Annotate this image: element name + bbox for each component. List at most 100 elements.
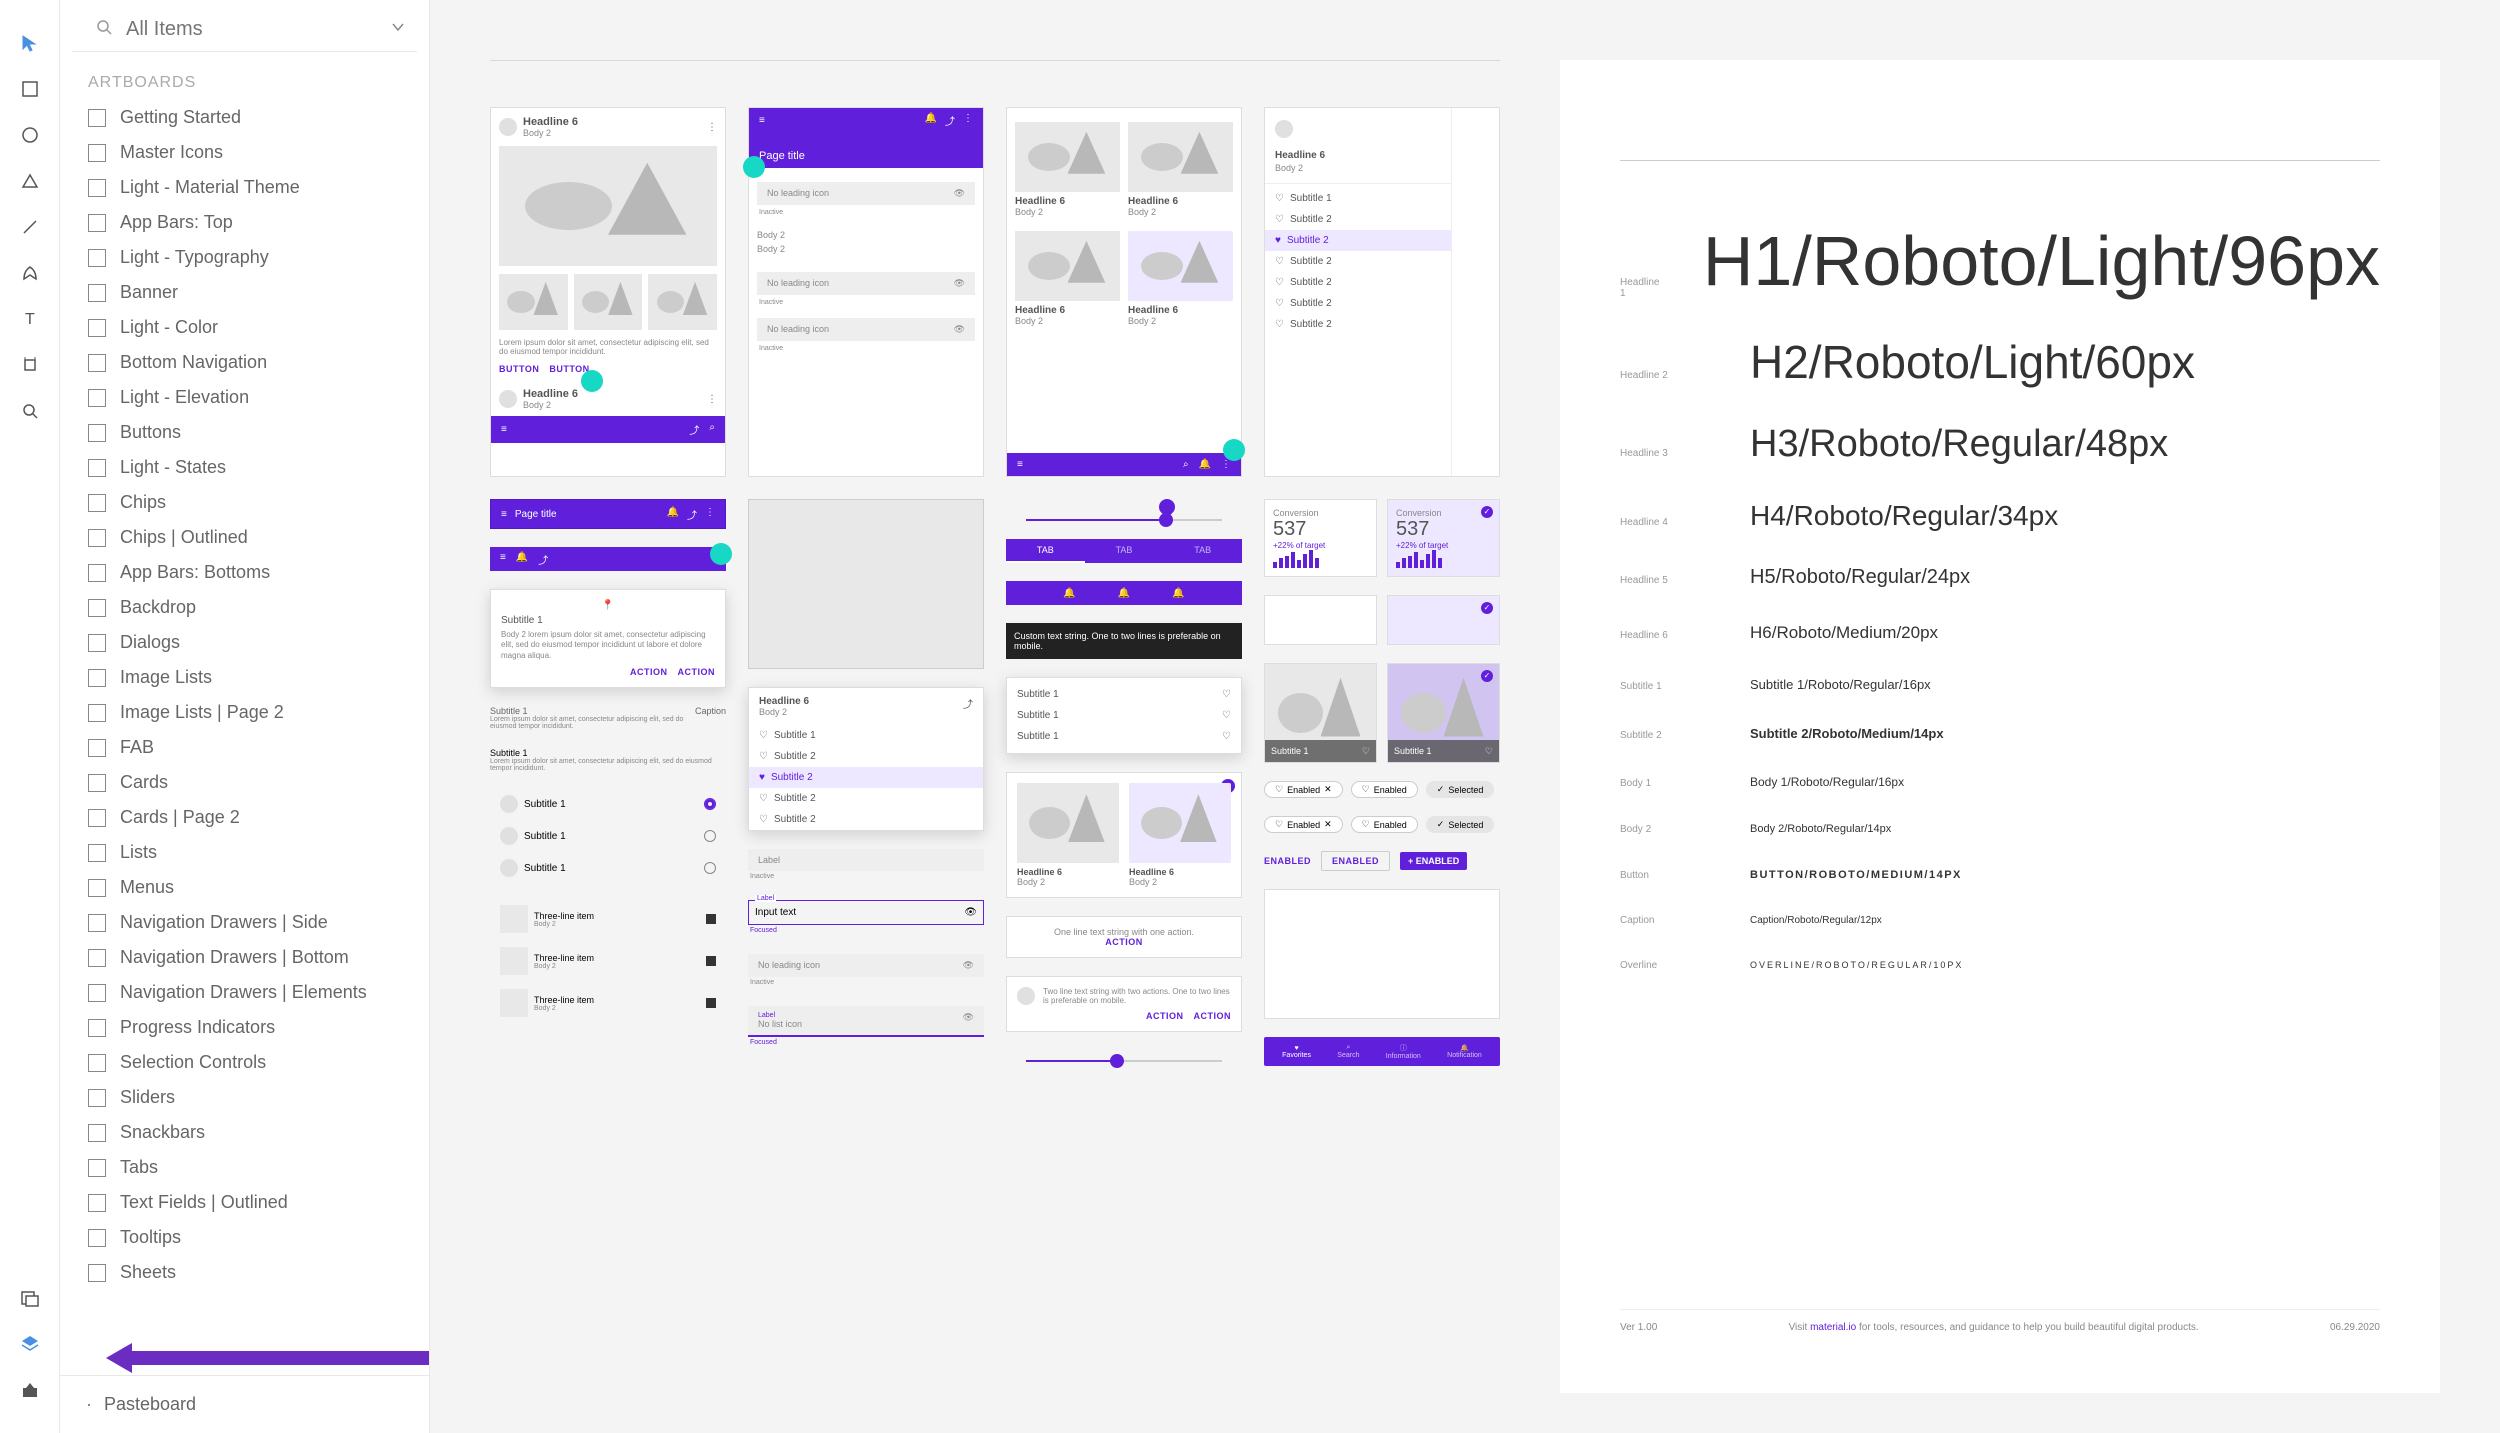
fab[interactable] (1223, 439, 1245, 461)
library-icon[interactable] (0, 1367, 60, 1413)
rectangle-tool[interactable] (0, 66, 60, 112)
sheet-item[interactable]: ♡Subtitle 2 (749, 746, 983, 767)
text-field[interactable]: No leading icon 👁 (757, 318, 975, 341)
artboard-tool[interactable] (0, 342, 60, 388)
button-text[interactable]: ENABLED (1264, 856, 1311, 866)
typography-specimen[interactable]: Headline 1H1/Roboto/Light/96px Headline … (1560, 60, 2440, 1393)
menu-item[interactable]: Subtitle 1♡ (1007, 705, 1241, 726)
banner-two-line[interactable]: Two line text string with two actions. O… (1006, 976, 1242, 1032)
artboard-nav-drawer[interactable]: Headline 6 Body 2 ♡Subtitle 1 ♡Subtitle … (1264, 107, 1500, 477)
fab[interactable] (581, 370, 603, 392)
more-icon[interactable]: ⋮ (707, 122, 717, 133)
card-pair[interactable]: ✓ Headline 6Body 2 Headline 6Body 2 (1006, 772, 1242, 898)
chip-selected[interactable]: ✓ Selected (1426, 816, 1495, 833)
canvas[interactable]: Headline 6 Body 2 ⋮ Lorem ipsum dolor si… (430, 0, 2500, 1433)
artboard-item[interactable]: Text Fields | Outlined (60, 1185, 429, 1220)
eye-icon[interactable]: 👁 (963, 960, 974, 971)
artboard-item[interactable]: Chips | Outlined (60, 520, 429, 555)
notification-icon[interactable]: 🔔 (1172, 588, 1184, 599)
bottom-nav-item[interactable]: ♥Favorites (1282, 1045, 1311, 1059)
list-item[interactable]: Three-line itemBody 2 (490, 900, 726, 938)
image-tile[interactable]: Subtitle 1♡ (1264, 663, 1377, 763)
notification-icon[interactable]: 🔔 (516, 552, 528, 567)
bottom-sheet[interactable]: Headline 6 Body 2 ⤴ ♡Subtitle 1 ♡Subtitl… (748, 687, 984, 831)
chip[interactable]: ♡ Enabled ✕ (1264, 816, 1343, 833)
drawer-item-selected[interactable]: ♥Subtitle 2 (1265, 230, 1451, 251)
button-text[interactable]: BUTTON (499, 364, 539, 374)
drawer-item[interactable]: ♡Subtitle 2 (1265, 209, 1451, 230)
textfield-outlined[interactable]: Label Input text 👁 (748, 900, 984, 925)
artboard-group-controls[interactable]: TAB TAB TAB 🔔🔔🔔 Custom text string. One … (1006, 499, 1242, 1072)
search-icon[interactable]: ⌕ (1183, 459, 1189, 470)
sheet-item-selected[interactable]: ♥Subtitle 2 (749, 767, 983, 788)
artboard-item[interactable]: Tooltips (60, 1220, 429, 1255)
artboard-item[interactable]: Navigation Drawers | Side (60, 905, 429, 940)
notification-icon[interactable]: 🔔 (667, 507, 679, 522)
button-contained[interactable]: + ENABLED (1400, 852, 1467, 870)
share-icon[interactable]: ⤴ (963, 696, 973, 717)
text-tool[interactable]: T (0, 296, 60, 342)
banner-one-line[interactable]: One line text string with one action. AC… (1006, 916, 1242, 958)
artboard-item[interactable]: Sheets (60, 1255, 429, 1290)
banner-action[interactable]: ACTION (1194, 1011, 1232, 1021)
artboard-item[interactable]: Light - Elevation (60, 380, 429, 415)
pen-tool[interactable] (0, 250, 60, 296)
chevron-down-icon[interactable] (391, 20, 405, 39)
dialog-action[interactable]: ACTION (678, 667, 716, 677)
dialog[interactable]: 📍 Subtitle 1 Body 2 lorem ipsum dolor si… (490, 589, 726, 688)
artboard-group-metrics[interactable]: Conversion 537 +22% of target ✓ Conversi… (1264, 499, 1500, 1072)
drawer-item[interactable]: ♡Subtitle 1 (1265, 188, 1451, 209)
image-tile-selected[interactable]: ✓ Subtitle 1♡ (1387, 663, 1500, 763)
sheet-item[interactable]: ♡Subtitle 2 (749, 809, 983, 830)
radio-row[interactable]: Subtitle 1 (490, 822, 726, 850)
eye-icon[interactable]: 👁 (954, 324, 965, 335)
artboard-appbar-top[interactable]: ≡ 🔔 ⤴ ⋮ Page title No leading icon 👁 (748, 107, 984, 477)
bottom-nav-item[interactable]: ⓘInformation (1386, 1043, 1421, 1060)
tab-item[interactable]: TAB (1163, 539, 1242, 563)
artboard-item[interactable]: Selection Controls (60, 1045, 429, 1080)
artboard-item[interactable]: Getting Started (60, 100, 429, 135)
eye-icon[interactable]: 👁 (954, 188, 965, 199)
menu-icon[interactable]: ≡ (759, 115, 765, 126)
artboard-item[interactable]: Progress Indicators (60, 1010, 429, 1045)
line-tool[interactable] (0, 204, 60, 250)
artboard-item[interactable]: Master Icons (60, 135, 429, 170)
artboard-item[interactable]: Buttons (60, 415, 429, 450)
chip-selected[interactable]: ✓ Selected (1426, 781, 1495, 798)
eye-icon[interactable]: 👁 (954, 278, 965, 289)
radio[interactable] (704, 862, 716, 874)
more-icon[interactable]: ⋮ (1221, 459, 1231, 470)
eye-icon[interactable]: 👁 (963, 1012, 974, 1029)
button-outlined[interactable]: ENABLED (1321, 851, 1390, 871)
tab-item[interactable]: TAB (1006, 539, 1085, 563)
chip[interactable]: ♡ Enabled ✕ (1264, 781, 1343, 798)
share-icon[interactable]: ⤴ (945, 113, 955, 128)
artboard-cards[interactable]: Headline 6 Body 2 Headline 6 Body 2 Head… (1006, 107, 1242, 477)
artboard-item[interactable]: Navigation Drawers | Elements (60, 975, 429, 1010)
search-icon[interactable]: ⌕ (709, 422, 715, 437)
artboard-item[interactable]: Cards (60, 765, 429, 800)
slider-thumb[interactable] (1159, 513, 1173, 527)
banner-action[interactable]: ACTION (1105, 937, 1143, 947)
artboard-item[interactable]: Lists (60, 835, 429, 870)
artboard-item[interactable]: FAB (60, 730, 429, 765)
circle-tool[interactable] (0, 112, 60, 158)
notification-icon[interactable]: 🔔 (925, 113, 937, 128)
search-input[interactable] (112, 18, 391, 41)
drawer-item[interactable]: ♡Subtitle 2 (1265, 293, 1451, 314)
more-icon[interactable]: ⋮ (963, 113, 973, 128)
layers-panel-icon[interactable] (0, 1321, 60, 1367)
text-field[interactable]: No leading icon 👁 (757, 272, 975, 295)
artboard-item[interactable]: App Bars: Top (60, 205, 429, 240)
artboard-item[interactable]: Menus (60, 870, 429, 905)
empty-card[interactable] (1264, 889, 1500, 1019)
import-icon[interactable] (0, 1275, 60, 1321)
radio-row[interactable]: Subtitle 1 (490, 790, 726, 818)
notification-icon[interactable]: 🔔 (1199, 459, 1211, 470)
list-item[interactable]: Three-line itemBody 2 (490, 984, 726, 1022)
share-icon[interactable]: ⤴ (689, 422, 699, 437)
list-item[interactable]: Three-line itemBody 2 (490, 942, 726, 980)
radio-row[interactable]: Subtitle 1 (490, 854, 726, 882)
fab[interactable] (743, 156, 765, 178)
radio[interactable] (704, 830, 716, 842)
